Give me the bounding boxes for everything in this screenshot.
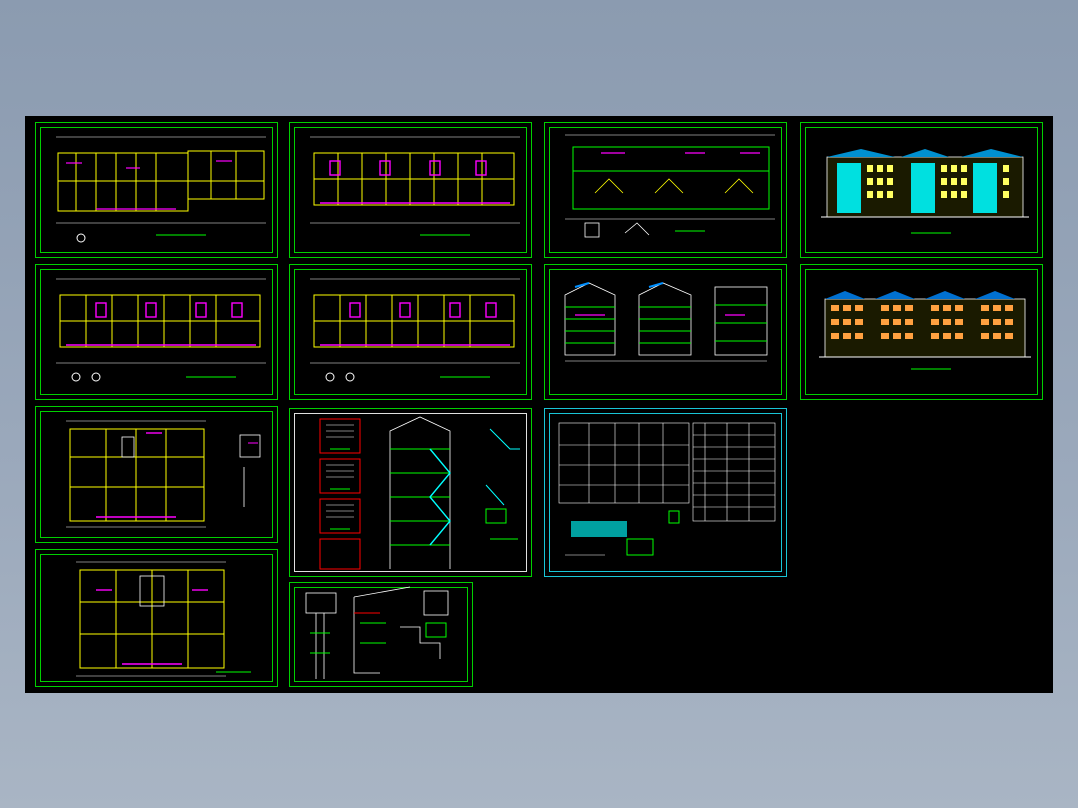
sheet-elevation-front[interactable] <box>800 122 1043 258</box>
sheet-design-notes-table[interactable] <box>544 408 787 577</box>
unit-plan-icon <box>76 561 251 677</box>
floor-plan-icon <box>56 278 266 382</box>
cad-drawing-viewport[interactable] <box>25 116 1053 693</box>
floor-plan-icon <box>310 136 520 236</box>
sheet-plan-typical-a[interactable] <box>289 122 532 258</box>
sheet-stair-details[interactable] <box>289 408 532 577</box>
sheet-plan-typical-c[interactable] <box>289 264 532 400</box>
sheet-plan-roof[interactable] <box>544 122 787 258</box>
sheet-unit-plan-a[interactable] <box>35 406 278 543</box>
elevation-icon <box>819 291 1031 370</box>
unit-plan-icon <box>66 420 261 528</box>
sheet-plan-ground[interactable] <box>35 122 278 258</box>
sheet-sections[interactable] <box>544 264 787 400</box>
detail-icon <box>305 586 449 679</box>
stair-icon <box>319 416 520 570</box>
section-icon <box>564 282 768 362</box>
roof-plan-icon <box>565 134 775 238</box>
sheet-elevation-rear[interactable] <box>800 264 1043 400</box>
floor-plan-icon <box>310 278 520 382</box>
table-icon <box>558 422 776 556</box>
sheet-wall-details[interactable] <box>289 582 473 687</box>
sheet-plan-typical-b[interactable] <box>35 264 278 400</box>
sheet-unit-plan-b[interactable] <box>35 549 278 687</box>
elevation-icon <box>821 149 1029 234</box>
floor-plan-icon <box>56 136 266 243</box>
